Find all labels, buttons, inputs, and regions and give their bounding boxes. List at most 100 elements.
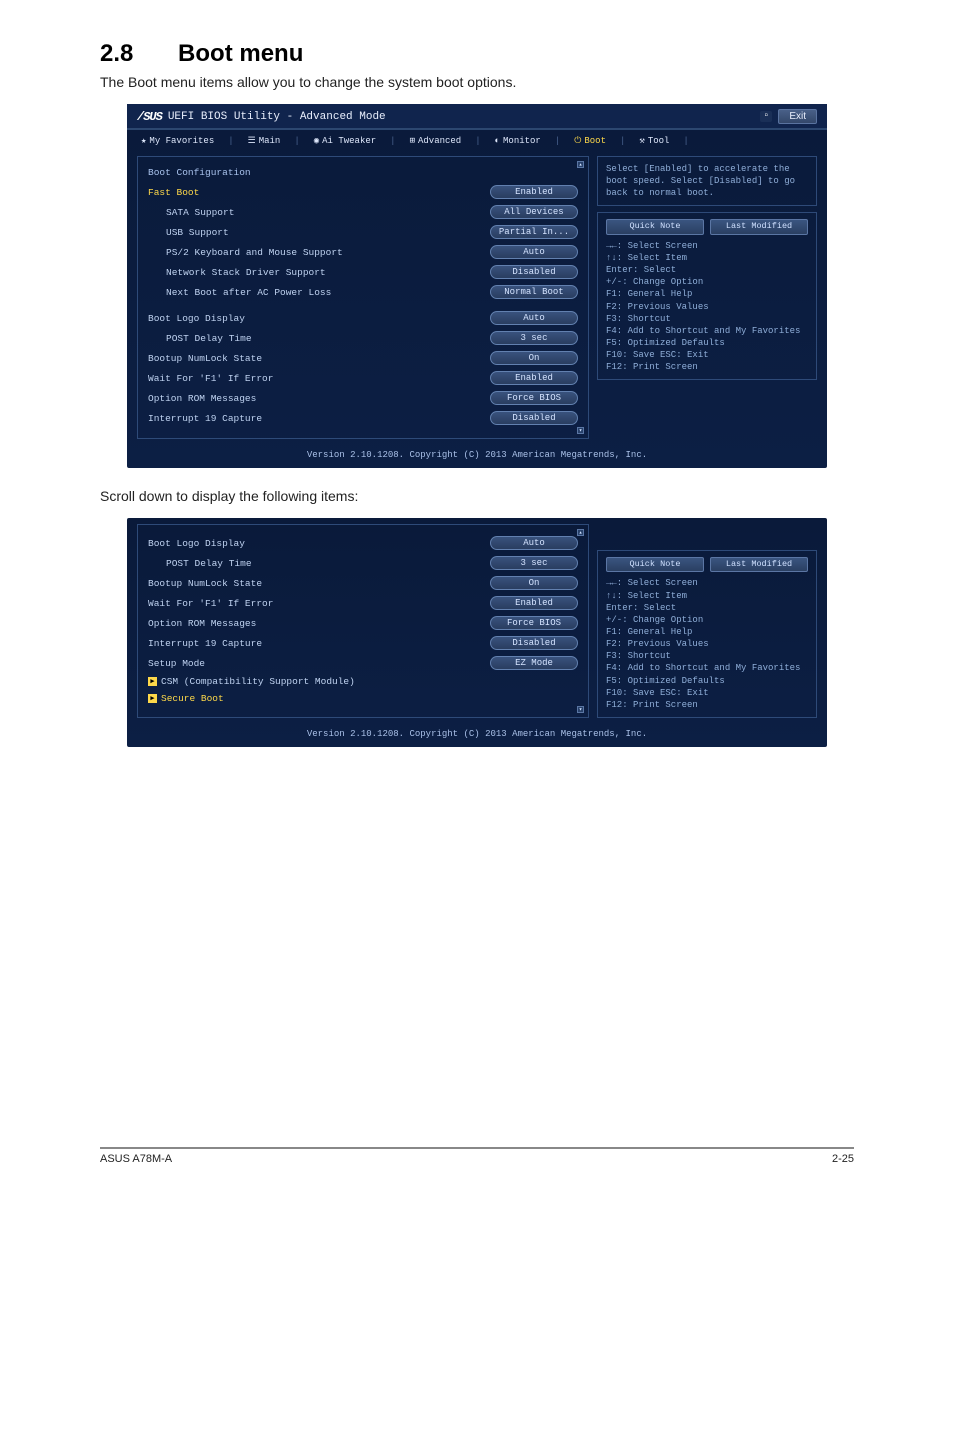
scroll-up-icon[interactable]: ▴ [577, 161, 584, 168]
footer-model: ASUS A78M-A [100, 1153, 172, 1165]
setting-label: Bootup NumLock State [148, 353, 262, 364]
setting-row[interactable]: Option ROM Messages Force BIOS [148, 388, 578, 408]
scroll-up-icon[interactable]: ▴ [577, 529, 584, 536]
setting-row[interactable]: Wait For 'F1' If ErrorEnabled [148, 593, 578, 613]
setting-value[interactable]: Partial In... [490, 225, 578, 239]
setting-label: PS/2 Keyboard and Mouse Support [148, 247, 343, 258]
nav-help-line: F3: Shortcut [606, 650, 808, 662]
language-icon[interactable]: ▫ [760, 111, 772, 122]
menu-my-favorites[interactable]: ★My Favorites [141, 136, 214, 146]
setting-row[interactable]: Fast BootEnabled [148, 182, 578, 202]
setting-value[interactable]: Disabled [490, 411, 578, 425]
quick-note-button[interactable]: Quick Note [606, 219, 704, 234]
menu-ai-tweaker[interactable]: ◉Ai Tweaker [314, 136, 376, 146]
setting-row[interactable]: Boot Logo Display Auto [148, 308, 578, 328]
setting-value[interactable]: Enabled [490, 185, 578, 199]
menu-main[interactable]: ☰Main [248, 136, 281, 146]
setting-row[interactable]: Bootup NumLock State On [148, 348, 578, 368]
setting-value[interactable]: Enabled [490, 596, 578, 610]
setting-row[interactable]: USB SupportPartial In... [148, 222, 578, 242]
menu-advanced[interactable]: ⊞Advanced [410, 136, 462, 146]
setting-label: Boot Logo Display [148, 313, 245, 324]
power-icon: ⏻ [574, 136, 581, 146]
setting-value[interactable]: Force BIOS [490, 391, 578, 405]
setting-value[interactable]: All Devices [490, 205, 578, 219]
setting-row[interactable]: PS/2 Keyboard and Mouse Support Auto [148, 242, 578, 262]
submenu-link[interactable]: ▶Secure Boot [148, 690, 578, 707]
clock-icon: ◉ [314, 136, 319, 146]
setting-label: Option ROM Messages [148, 618, 256, 629]
nav-help-line: F12: Print Screen [606, 361, 808, 373]
submenu-arrow-icon: ▶ [148, 694, 157, 703]
setting-value[interactable]: Disabled [490, 265, 578, 279]
nav-help-line: F5: Optimized Defaults [606, 337, 808, 349]
setting-label: Boot Logo Display [148, 538, 245, 549]
bios-menubar: ★My Favorites | ☰Main | ◉Ai Tweaker | ⊞A… [127, 130, 827, 150]
setting-label: Bootup NumLock State [148, 578, 262, 589]
setting-value[interactable]: Enabled [490, 371, 578, 385]
menu-boot[interactable]: ⏻Boot [574, 136, 606, 146]
list-icon: ☰ [248, 136, 256, 146]
nav-help-line: ↑↓: Select Item [606, 252, 808, 264]
menu-monitor[interactable]: ◐Monitor [495, 136, 541, 146]
nav-help-line: F2: Previous Values [606, 301, 808, 313]
section-number: 2.8 [100, 40, 133, 67]
setting-value[interactable]: Force BIOS [490, 616, 578, 630]
setting-row[interactable]: Network Stack Driver Support Disabled [148, 262, 578, 282]
setting-value[interactable]: Auto [490, 245, 578, 259]
nav-help-line: F5: Optimized Defaults [606, 675, 808, 687]
asus-logo: /SUS [137, 110, 162, 124]
setting-value[interactable]: On [490, 576, 578, 590]
setting-label: Option ROM Messages [148, 393, 256, 404]
setting-row[interactable]: Wait For 'F1' If Error Enabled [148, 368, 578, 388]
setting-row[interactable]: POST Delay Time3 sec [148, 553, 578, 573]
setting-row[interactable]: Bootup NumLock State On [148, 573, 578, 593]
setting-label: Network Stack Driver Support [148, 267, 326, 278]
setting-value[interactable]: EZ Mode [490, 656, 578, 670]
scroll-down-icon[interactable]: ▾ [577, 427, 584, 434]
setting-value[interactable]: Disabled [490, 636, 578, 650]
quick-note-button[interactable]: Quick Note [606, 557, 704, 572]
help-panel: Select [Enabled] to accelerate the boot … [597, 156, 817, 206]
last-modified-button[interactable]: Last Modified [710, 219, 808, 234]
intro-paragraph: The Boot menu items allow you to change … [100, 74, 854, 90]
setting-value[interactable]: Normal Boot [490, 285, 578, 299]
setting-row[interactable]: Next Boot after AC Power Loss Normal Boot [148, 282, 578, 302]
bios-footer-2: Version 2.10.1208. Copyright (C) 2013 Am… [127, 724, 827, 741]
section-heading: 2.8 Boot menu [100, 40, 854, 68]
nav-help-line: →←: Select Screen [606, 577, 808, 589]
nav-help-line: F10: Save ESC: Exit [606, 687, 808, 699]
nav-help-line: F1: General Help [606, 626, 808, 638]
setting-label: SATA Support [148, 207, 234, 218]
setting-value[interactable]: Auto [490, 311, 578, 325]
setting-row[interactable]: Setup ModeEZ Mode [148, 653, 578, 673]
setting-label: Wait For 'F1' If Error [148, 373, 273, 384]
footer-page-number: 2-25 [832, 1153, 854, 1165]
nav-help-line: F12: Print Screen [606, 699, 808, 711]
setting-value[interactable]: On [490, 351, 578, 365]
nav-help-line: ↑↓: Select Item [606, 590, 808, 602]
exit-button[interactable]: Exit [778, 109, 817, 124]
nav-help-line: Enter: Select [606, 602, 808, 614]
setting-row[interactable]: POST Delay Time3 sec [148, 328, 578, 348]
setting-label: Interrupt 19 Capture [148, 638, 262, 649]
bios-footer: Version 2.10.1208. Copyright (C) 2013 Am… [127, 445, 827, 462]
setting-row[interactable]: SATA Support All Devices [148, 202, 578, 222]
bios-screenshot-2: ▴ Boot Logo Display Auto POST Delay Time3 … [127, 518, 827, 747]
menu-tool[interactable]: ⚒Tool [639, 136, 669, 146]
nav-help-line: F1: General Help [606, 288, 808, 300]
setting-row[interactable]: Interrupt 19 CaptureDisabled [148, 408, 578, 428]
nav-help-line: +/-: Change Option [606, 614, 808, 626]
setting-value[interactable]: 3 sec [490, 331, 578, 345]
setting-row[interactable]: Interrupt 19 Capture Disabled [148, 633, 578, 653]
submenu-arrow-icon: ▶ [148, 677, 157, 686]
scroll-down-icon[interactable]: ▾ [577, 706, 584, 713]
setting-value[interactable]: Auto [490, 536, 578, 550]
setting-row[interactable]: Boot Logo Display Auto [148, 533, 578, 553]
setting-label: Next Boot after AC Power Loss [148, 287, 331, 298]
setting-value[interactable]: 3 sec [490, 556, 578, 570]
nav-help-line: F4: Add to Shortcut and My Favorites [606, 325, 808, 337]
last-modified-button[interactable]: Last Modified [710, 557, 808, 572]
setting-row[interactable]: Option ROM Messages Force BIOS [148, 613, 578, 633]
submenu-link[interactable]: ▶CSM (Compatibility Support Module) [148, 673, 578, 690]
